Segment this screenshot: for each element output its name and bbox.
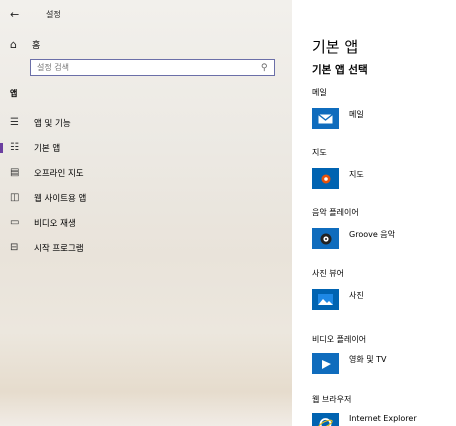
apps-for-websites-icon: ◫ xyxy=(10,192,20,203)
section-subtitle: 기본 앱 선택 xyxy=(312,64,368,76)
home-icon: ⌂ xyxy=(10,38,17,51)
sidebar-item-default-apps[interactable]: ☷ 기본 앱 xyxy=(0,135,292,160)
app-name: 사진 xyxy=(349,291,364,300)
sidebar-item-startup[interactable]: ⊟ 시작 프로그램 xyxy=(0,235,292,260)
sidebar-item-label: 앱 및 기능 xyxy=(34,118,71,129)
search-icon[interactable]: ⚲ xyxy=(261,63,268,73)
sidebar: ← 설정 ⌂ 홈 ⚲ 앱 ☰ 앱 및 기능 ☷ 기본 앱 ▤ 오프라인 지도 ◫… xyxy=(0,0,292,426)
app-name: 메일 xyxy=(349,110,364,119)
sidebar-nav: ☰ 앱 및 기능 ☷ 기본 앱 ▤ 오프라인 지도 ◫ 웹 사이트용 앱 ▭ 비… xyxy=(0,110,292,260)
title-bar: ← 설정 xyxy=(10,6,61,22)
group-label-web-browser: 웹 브라우저 xyxy=(312,395,352,404)
group-label-video-player: 비디오 플레이어 xyxy=(312,335,367,344)
default-app-web-browser[interactable]: Internet Explorer xyxy=(312,413,417,426)
back-arrow-icon[interactable]: ← xyxy=(10,8,32,21)
default-apps-icon: ☷ xyxy=(10,142,19,153)
group-label-photo-viewer: 사진 뷰어 xyxy=(312,269,344,278)
main-panel: 기본 앱 기본 앱 선택 메일 메일 지도 지도 음악 플레이어 Groove … xyxy=(292,0,456,426)
default-app-music-player[interactable]: Groove 음악 xyxy=(312,228,395,249)
section-heading: 앱 xyxy=(10,89,18,98)
sidebar-item-label: 웹 사이트용 앱 xyxy=(34,193,87,204)
home-label: 홈 xyxy=(32,41,41,51)
video-playback-icon: ▭ xyxy=(10,217,20,228)
search-input[interactable] xyxy=(37,63,247,72)
sidebar-item-label: 시작 프로그램 xyxy=(34,243,84,254)
window-title: 설정 xyxy=(46,9,61,19)
app-name: 영화 및 TV xyxy=(349,355,387,364)
group-label-music-player: 음악 플레이어 xyxy=(312,208,359,217)
movies-tv-icon xyxy=(312,353,339,374)
maps-icon xyxy=(312,168,339,189)
default-app-video-player[interactable]: 영화 및 TV xyxy=(312,353,387,374)
internet-explorer-icon xyxy=(312,413,339,426)
sidebar-item-label: 비디오 재생 xyxy=(34,218,76,229)
app-name: Groove 음악 xyxy=(349,230,396,239)
mail-icon xyxy=(312,108,339,129)
group-label-mail: 메일 xyxy=(312,88,327,97)
sidebar-item-offline-maps[interactable]: ▤ 오프라인 지도 xyxy=(0,160,292,185)
sidebar-item-apps-features[interactable]: ☰ 앱 및 기능 xyxy=(0,110,292,135)
groove-music-icon xyxy=(312,228,339,249)
default-app-photo-viewer[interactable]: 사진 xyxy=(312,289,364,310)
default-app-mail[interactable]: 메일 xyxy=(312,108,364,129)
photos-icon xyxy=(312,289,339,310)
app-name: 지도 xyxy=(349,170,364,179)
sidebar-item-apps-for-websites[interactable]: ◫ 웹 사이트용 앱 xyxy=(0,185,292,210)
sidebar-item-label: 오프라인 지도 xyxy=(34,168,84,179)
default-app-maps[interactable]: 지도 xyxy=(312,168,364,189)
sidebar-item-video-playback[interactable]: ▭ 비디오 재생 xyxy=(0,210,292,235)
group-label-maps: 지도 xyxy=(312,148,327,157)
offline-maps-icon: ▤ xyxy=(10,167,20,178)
page-title: 기본 앱 xyxy=(312,38,359,56)
startup-icon: ⊟ xyxy=(10,242,19,253)
home-link[interactable]: ⌂ 홈 xyxy=(10,38,40,51)
apps-features-icon: ☰ xyxy=(10,117,19,128)
app-name: Internet Explorer xyxy=(349,414,417,423)
search-box[interactable]: ⚲ xyxy=(30,59,275,76)
sidebar-item-label: 기본 앱 xyxy=(34,143,61,154)
